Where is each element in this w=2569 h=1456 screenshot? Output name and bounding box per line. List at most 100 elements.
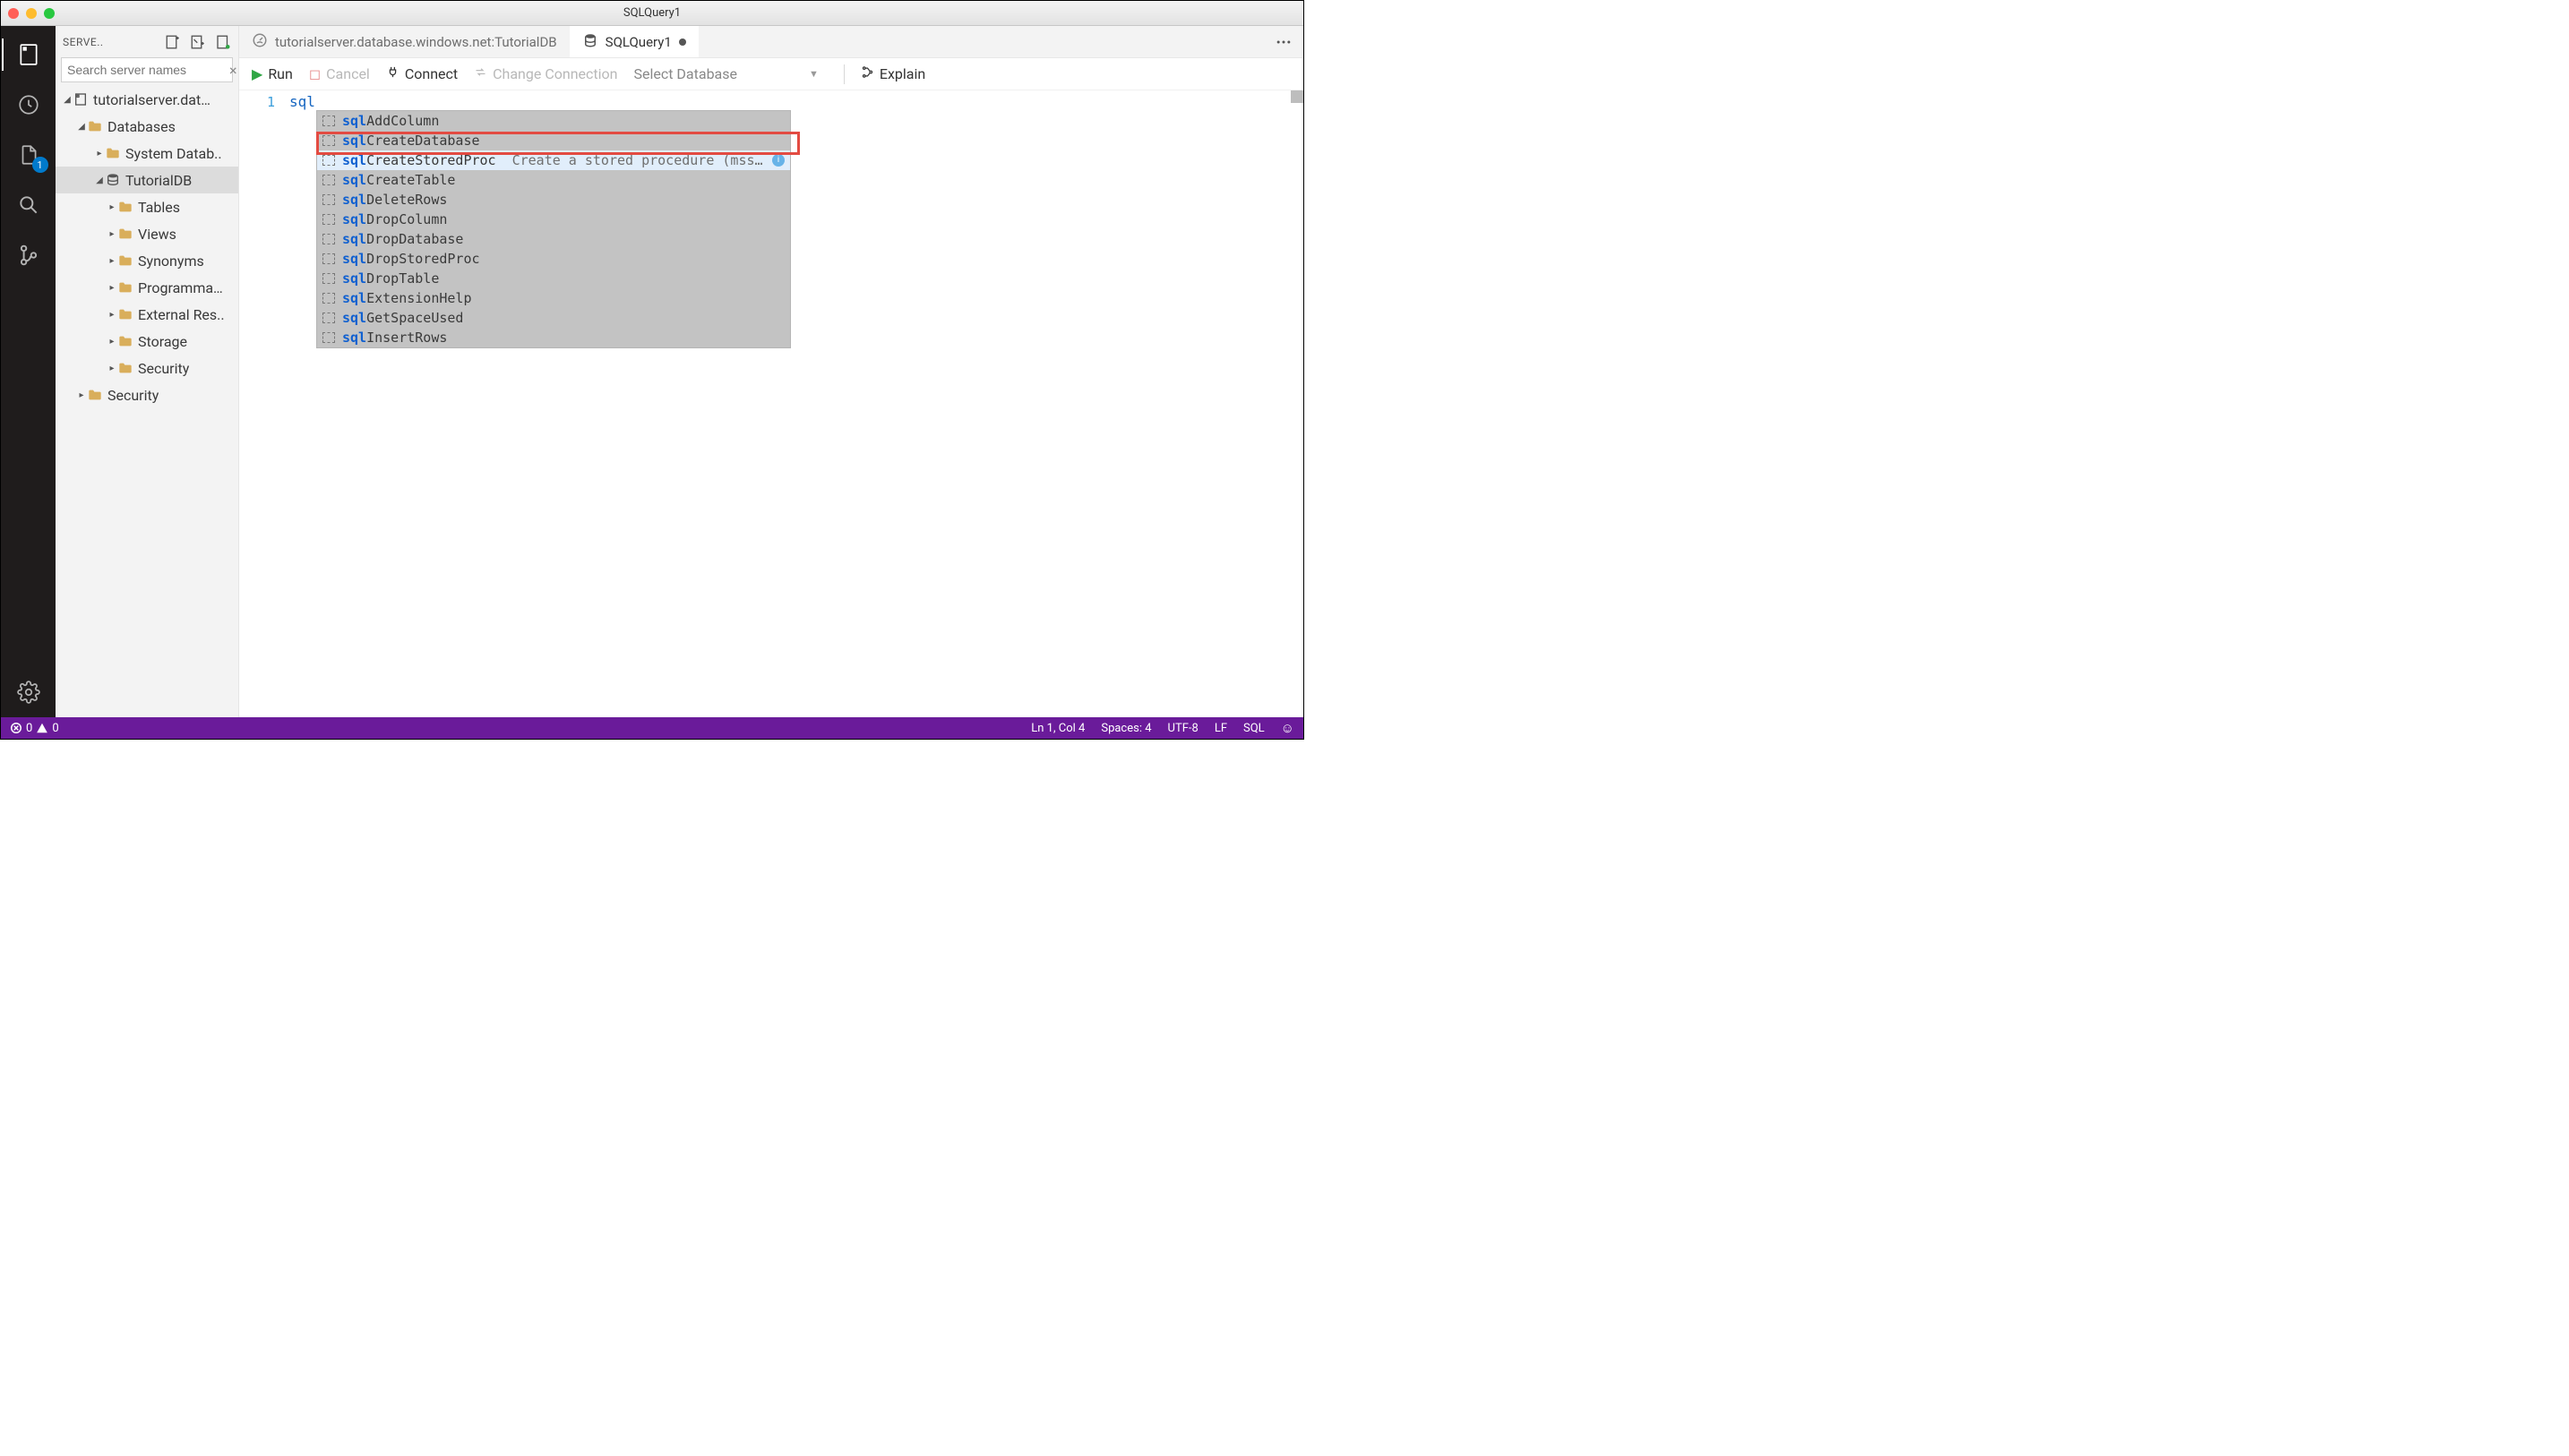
server-search-input[interactable] <box>67 63 229 77</box>
snippet-icon <box>322 175 335 185</box>
play-icon: ▶ <box>252 65 262 82</box>
activity-tasks[interactable] <box>14 90 43 119</box>
activity-servers[interactable] <box>14 40 43 69</box>
chevron-down-icon: ▼ <box>809 68 819 80</box>
cursor-position[interactable]: Ln 1, Col 4 <box>1031 722 1085 735</box>
activity-source-control[interactable] <box>14 241 43 270</box>
dirty-indicator-icon <box>679 39 686 46</box>
tree-programmability[interactable]: ▸ Programma… <box>56 274 238 301</box>
server-status-icon[interactable] <box>215 34 231 50</box>
language-mode[interactable]: SQL <box>1243 722 1265 735</box>
completion-item[interactable]: sqlGetSpaceUsed <box>317 308 790 328</box>
snippet-icon <box>322 116 335 126</box>
dashboard-icon <box>252 32 268 52</box>
info-icon[interactable]: i <box>772 154 785 167</box>
tree-storage[interactable]: ▸ Storage <box>56 328 238 355</box>
activity-bar: 1 <box>1 26 56 717</box>
connect-button[interactable]: Connect <box>386 65 458 82</box>
tree-tutorialdb[interactable]: ◢ TutorialDB <box>56 167 238 193</box>
folder-icon <box>118 335 133 347</box>
change-connection-button[interactable]: Change Connection <box>474 65 617 82</box>
completion-item[interactable]: sqlCreateTable <box>317 170 790 190</box>
new-connection-icon[interactable] <box>165 34 181 50</box>
explain-label: Explain <box>880 65 925 82</box>
select-database-dropdown[interactable]: Select Database ▼ <box>633 65 827 82</box>
tree-item-label: tutorialserver.dat… <box>93 91 211 108</box>
completion-item[interactable]: sqlDropTable <box>317 269 790 288</box>
tree-item-label: Databases <box>107 118 176 135</box>
select-database-label: Select Database <box>633 65 737 82</box>
folder-icon <box>118 201 133 213</box>
window-title: SQLQuery1 <box>1 6 1303 20</box>
toolbar-divider <box>844 64 845 84</box>
folder-icon <box>118 281 133 294</box>
run-button[interactable]: ▶ Run <box>252 65 293 82</box>
typed-text: sql <box>289 93 315 110</box>
new-group-icon[interactable] <box>190 34 206 50</box>
tab-label: tutorialserver.database.windows.net:Tuto… <box>275 34 557 50</box>
tree-item-label: External Res.. <box>138 306 225 323</box>
gear-icon <box>17 681 40 704</box>
tree-tables[interactable]: ▸ Tables <box>56 193 238 220</box>
editor-scrollbar-thumb[interactable] <box>1291 90 1303 103</box>
server-icon <box>73 92 88 107</box>
completion-label: sqlCreateDatabase <box>342 131 480 150</box>
snippet-icon <box>322 313 335 323</box>
servers-header-title: SERVE.. <box>63 36 159 48</box>
tab-sqlquery[interactable]: SQLQuery1 <box>570 26 699 57</box>
tree-external-resources[interactable]: ▸ External Res.. <box>56 301 238 328</box>
tree-db-security[interactable]: ▸ Security <box>56 355 238 381</box>
completion-item[interactable]: sqlCreateDatabase <box>317 131 790 150</box>
error-icon <box>10 722 22 734</box>
completion-item[interactable]: sqlDropDatabase <box>317 229 790 249</box>
completion-item[interactable]: sqlAddColumn <box>317 111 790 131</box>
problems-button[interactable]: 0 0 <box>10 722 59 735</box>
indent-setting[interactable]: Spaces: 4 <box>1101 722 1151 735</box>
editor-body[interactable]: 1 sql sqlAddColumnsqlCreateDatabasesqlCr… <box>239 90 1303 717</box>
tree-synonyms[interactable]: ▸ Synonyms <box>56 247 238 274</box>
warning-count: 0 <box>52 722 58 735</box>
snippet-icon <box>322 214 335 225</box>
activity-search[interactable] <box>14 191 43 219</box>
tab-bar: tutorialserver.database.windows.net:Tuto… <box>239 26 1303 58</box>
more-actions-button[interactable] <box>1264 26 1303 57</box>
folder-icon <box>118 227 133 240</box>
change-connection-label: Change Connection <box>493 65 617 82</box>
feedback-button[interactable]: ☺ <box>1281 720 1294 736</box>
server-search[interactable]: × <box>61 57 233 82</box>
query-toolbar: ▶ Run ◻ Cancel Connect Change Connection… <box>239 58 1303 90</box>
tree-item-label: Synonyms <box>138 253 204 270</box>
tree-databases[interactable]: ◢ Databases <box>56 113 238 140</box>
tree-server-item[interactable]: ◢ tutorialserver.dat… <box>56 86 238 113</box>
warning-icon <box>36 722 48 734</box>
activity-settings[interactable] <box>14 678 43 707</box>
tree-item-label: Tables <box>138 199 180 216</box>
code-area[interactable]: sql sqlAddColumnsqlCreateDatabasesqlCrea… <box>289 90 1303 717</box>
tree-server-security[interactable]: ▸ Security <box>56 381 238 408</box>
folder-icon <box>118 362 133 374</box>
snippet-icon <box>322 332 335 343</box>
explain-button[interactable]: Explain <box>861 65 925 82</box>
eol-setting[interactable]: LF <box>1215 722 1227 735</box>
tab-dashboard[interactable]: tutorialserver.database.windows.net:Tuto… <box>239 26 570 57</box>
completion-item[interactable]: sqlDropStoredProc <box>317 249 790 269</box>
clear-search-icon[interactable]: × <box>229 62 237 79</box>
tree-item-label: Storage <box>138 333 187 350</box>
completion-item[interactable]: sqlExtensionHelp <box>317 288 790 308</box>
tree-item-label: Programma… <box>138 279 223 296</box>
tree-views[interactable]: ▸ Views <box>56 220 238 247</box>
completion-item[interactable]: sqlInsertRows <box>317 328 790 347</box>
completion-item[interactable]: sqlDropColumn <box>317 210 790 229</box>
completion-label: sqlDeleteRows <box>342 190 447 210</box>
tree-system-databases[interactable]: ▸ System Datab.. <box>56 140 238 167</box>
folder-icon <box>106 147 120 159</box>
encoding-setting[interactable]: UTF-8 <box>1168 722 1199 735</box>
tree-item-label: System Datab.. <box>125 145 222 162</box>
completion-item[interactable]: sqlDeleteRows <box>317 190 790 210</box>
cancel-button[interactable]: ◻ Cancel <box>309 65 370 82</box>
servers-header: SERVE.. <box>56 26 238 57</box>
completion-label: sqlDropStoredProc <box>342 249 480 269</box>
completion-item[interactable]: sqlCreateStoredProcCreate a stored proce… <box>317 150 790 170</box>
completion-list: sqlAddColumnsqlCreateDatabasesqlCreateSt… <box>316 110 791 348</box>
activity-explorer[interactable]: 1 <box>14 141 43 169</box>
